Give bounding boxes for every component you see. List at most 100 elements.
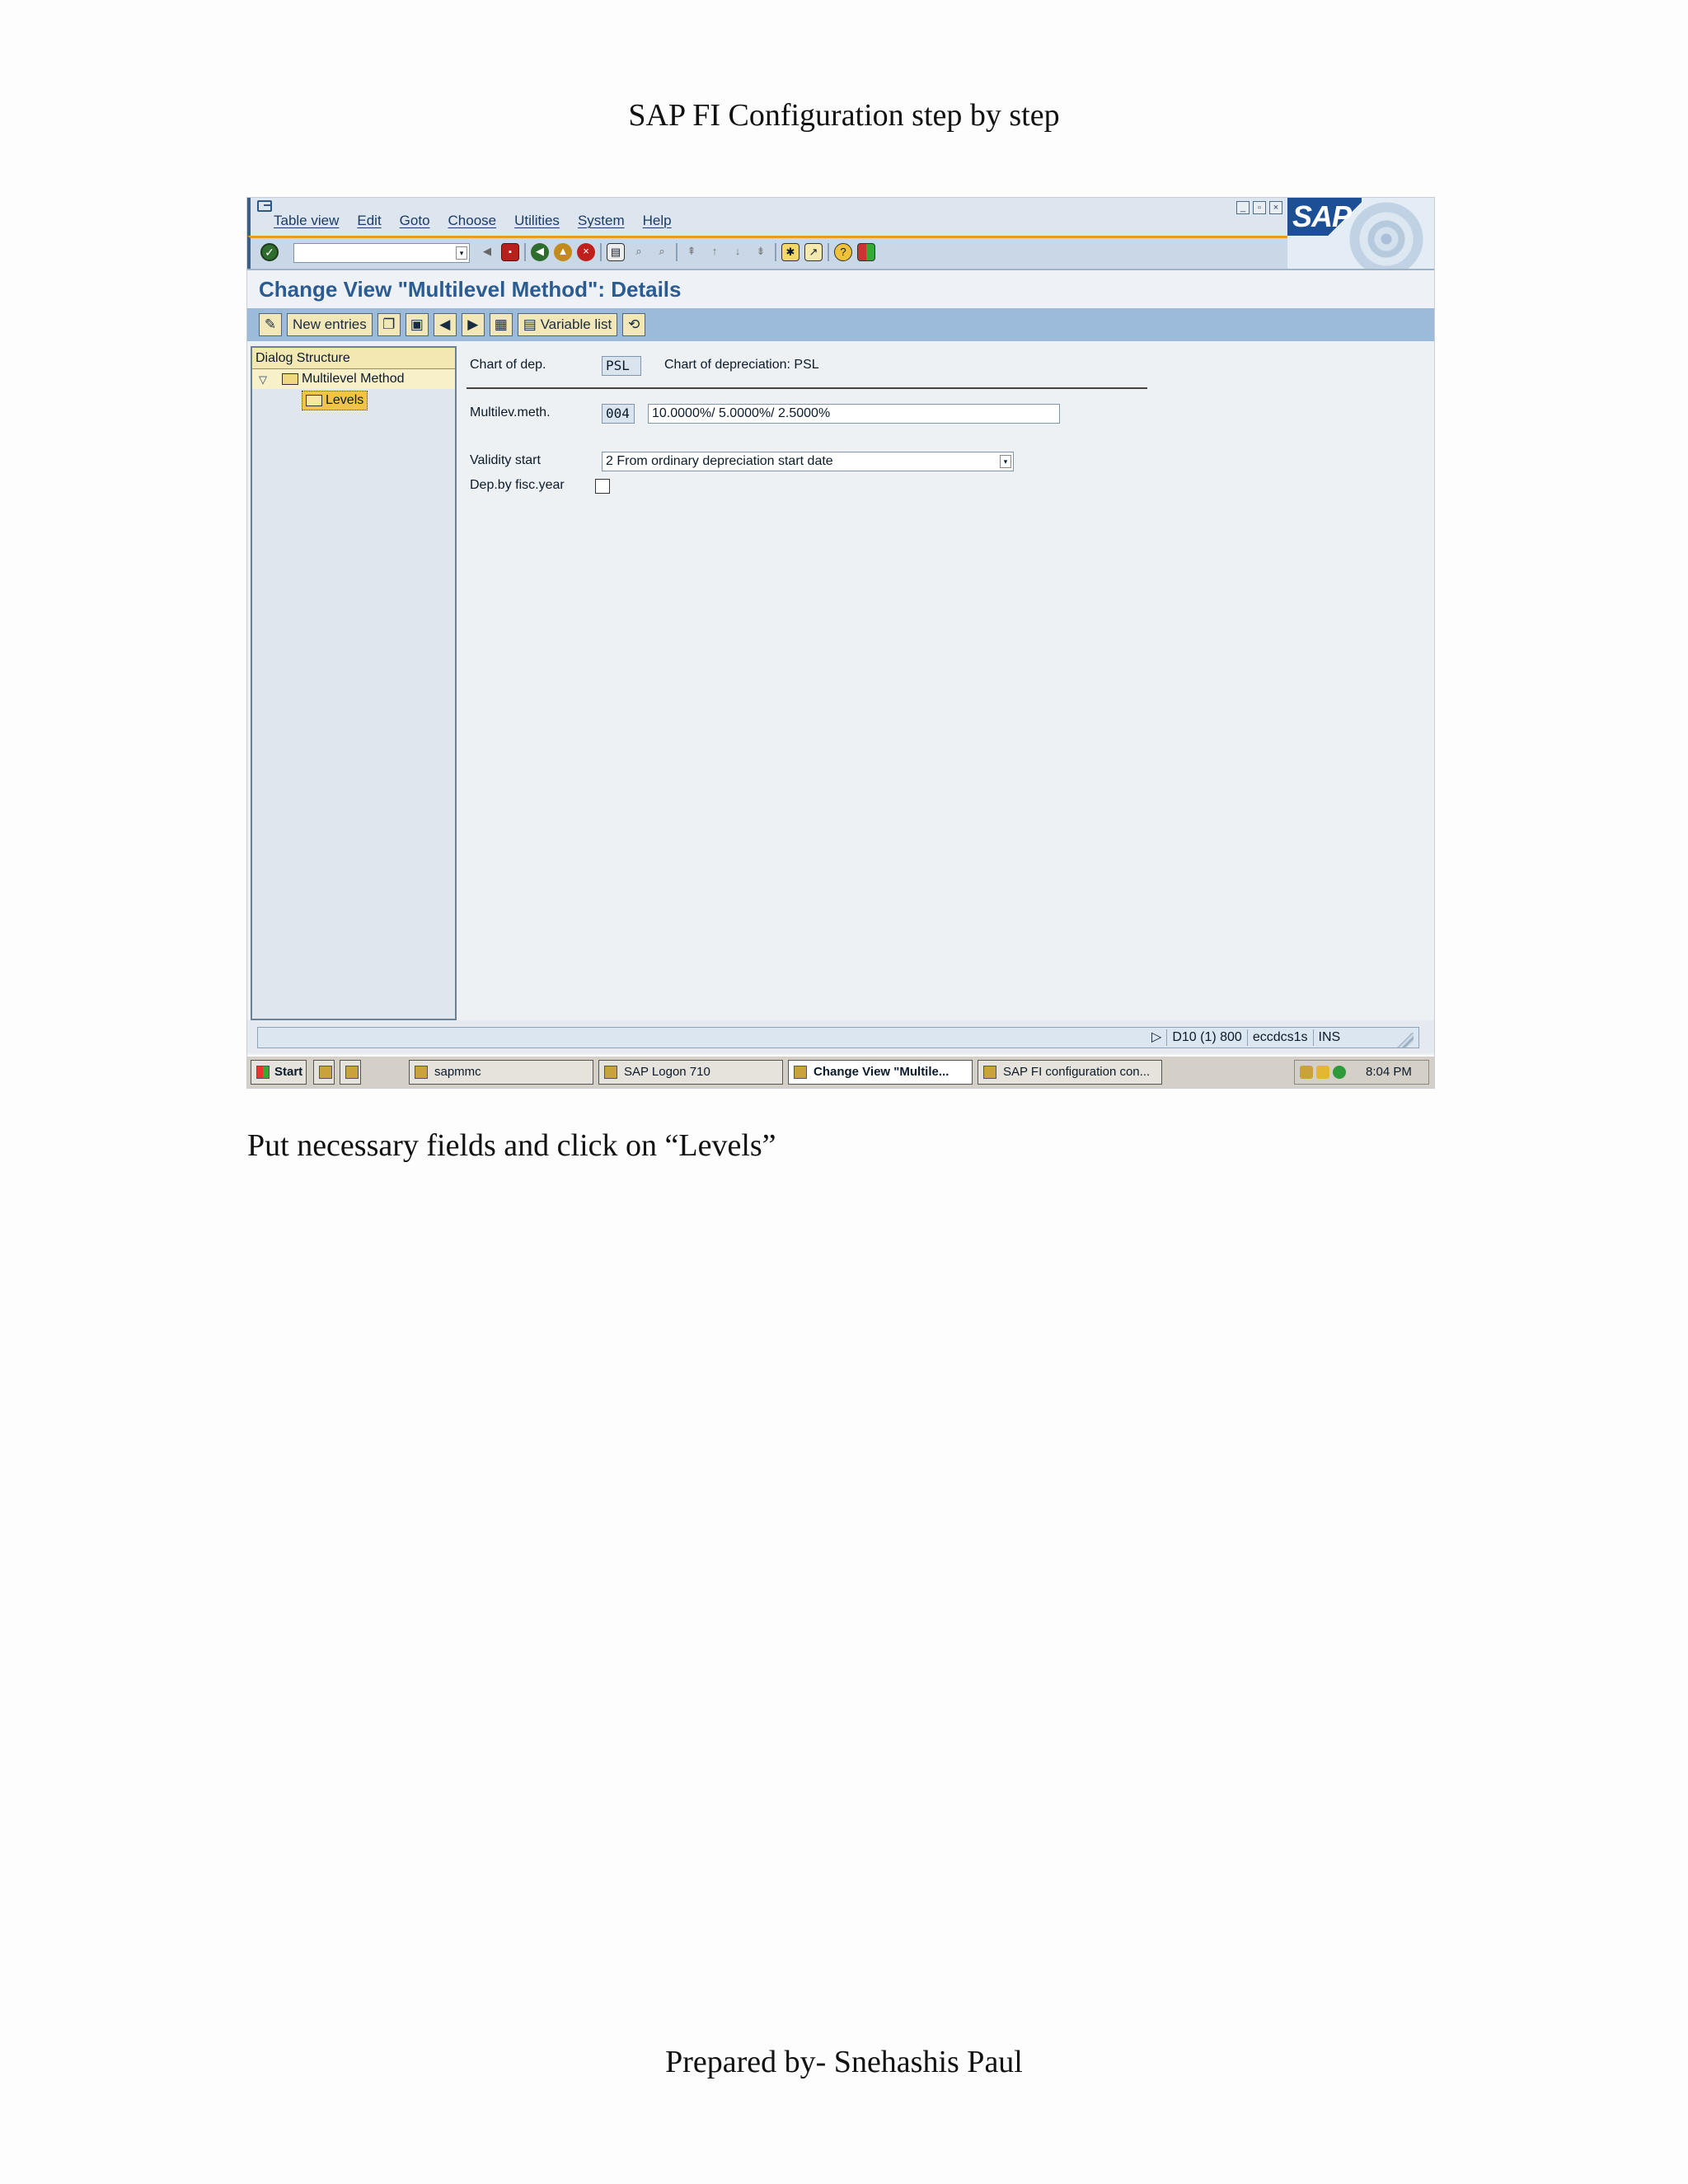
next-entry-icon[interactable]: ▶ xyxy=(461,313,485,336)
status-mode: INS xyxy=(1312,1029,1346,1046)
system-toolbar: ✓ ▾ ◀ ▪ ◀ ▲ × ▤ ⌕ ⌕ ⇞ ↑ ↓ ⇟ ✱ ↗ ? xyxy=(247,236,1287,269)
open-folder-icon xyxy=(282,373,298,385)
toolbar-separator xyxy=(676,243,678,261)
back-icon[interactable]: ◀ xyxy=(531,243,549,261)
tray-status-icon[interactable] xyxy=(1333,1066,1346,1079)
instruction-caption: Put necessary fields and click on “Level… xyxy=(247,1128,776,1163)
exit-icon[interactable]: ▲ xyxy=(554,243,572,261)
status-bar: ▷ D10 (1) 800 eccdcs1s INS xyxy=(247,1020,1434,1053)
previous-entry-icon[interactable]: ◀ xyxy=(433,313,457,336)
toolbar-separator xyxy=(524,243,526,261)
menu-utilities[interactable]: Utilities xyxy=(514,213,560,229)
resize-grip-icon[interactable] xyxy=(1395,1033,1414,1047)
menu-edit[interactable]: Edit xyxy=(357,213,381,229)
details-form: Chart of dep. PSL Chart of depreciation:… xyxy=(463,346,1428,1020)
menu-items: Table view Edit Goto Choose Utilities Sy… xyxy=(274,213,672,229)
sap-screenshot: Table view Edit Goto Choose Utilities Sy… xyxy=(247,198,1434,1088)
shortcut-icon[interactable]: ↗ xyxy=(804,243,823,261)
dep-by-fisc-year-checkbox[interactable] xyxy=(595,479,610,494)
taskbar-item-word-doc[interactable]: SAP FI configuration con... xyxy=(978,1060,1162,1085)
select-all-icon[interactable]: ▦ xyxy=(489,313,513,336)
dialog-structure-header: Dialog Structure xyxy=(252,348,455,369)
close-icon[interactable]: × xyxy=(1269,201,1282,214)
title-bar: Change View "Multilevel Method": Details xyxy=(247,269,1434,308)
tray-warning-icon[interactable] xyxy=(1316,1066,1329,1079)
command-field[interactable]: ▾ xyxy=(293,243,470,263)
start-button[interactable]: Start xyxy=(251,1060,307,1085)
application-toolbar: ✎ New entries ❐ ▣ ◀ ▶ ▦ ▤ Variable list … xyxy=(247,308,1434,341)
find-next-icon[interactable]: ⌕ xyxy=(653,243,671,261)
dep-by-fisc-year-label: Dep.by fisc.year xyxy=(470,478,565,492)
next-page-icon[interactable]: ↓ xyxy=(729,243,747,261)
delete-icon[interactable]: ▣ xyxy=(405,313,429,336)
tree-item-label: Levels xyxy=(326,393,364,407)
taskbar-item-sap-logon[interactable]: SAP Logon 710 xyxy=(598,1060,783,1085)
validity-start-label: Validity start xyxy=(470,453,541,467)
menu-system[interactable]: System xyxy=(578,213,625,229)
variable-list-label: Variable list xyxy=(540,316,612,332)
cancel-icon[interactable]: × xyxy=(577,243,595,261)
menu-help[interactable]: Help xyxy=(643,213,672,229)
display-change-icon[interactable]: ✎ xyxy=(259,313,282,336)
folder-icon xyxy=(306,395,322,406)
validity-start-value: 2 From ordinary depreciation start date xyxy=(606,454,833,468)
new-session-icon[interactable]: ✱ xyxy=(781,243,799,261)
chart-of-dep-field[interactable]: PSL xyxy=(602,356,641,376)
layout-menu-icon[interactable] xyxy=(857,243,875,261)
save-icon[interactable]: ▪ xyxy=(501,243,519,261)
enter-check-icon[interactable]: ✓ xyxy=(260,243,279,261)
tree-item-levels[interactable]: Levels xyxy=(302,391,368,410)
previous-page-icon[interactable]: ↑ xyxy=(706,243,724,261)
tray-sap-icon[interactable] xyxy=(1300,1066,1313,1079)
sap-logo-area: SAP xyxy=(1287,198,1434,269)
chart-of-dep-description: Chart of depreciation: PSL xyxy=(664,358,819,372)
toolbar-separator xyxy=(600,243,602,261)
print-icon: ▤ xyxy=(523,316,541,332)
minimize-icon[interactable]: _ xyxy=(1236,201,1250,214)
status-server: eccdcs1s xyxy=(1246,1029,1313,1046)
system-toolbar-icons: ◀ ▪ ◀ ▲ × ▤ ⌕ ⌕ ⇞ ↑ ↓ ⇟ ✱ ↗ ? xyxy=(478,243,875,261)
document-footer: Prepared by- Snehashis Paul xyxy=(665,2045,1023,2079)
last-page-icon[interactable]: ⇟ xyxy=(752,243,770,261)
status-message-area: ▷ D10 (1) 800 eccdcs1s INS xyxy=(257,1027,1419,1048)
toolbar-separator xyxy=(775,243,776,261)
menu-toggle-icon[interactable] xyxy=(257,200,272,212)
menu-choose[interactable]: Choose xyxy=(448,213,497,229)
new-entries-button[interactable]: New entries xyxy=(287,313,373,336)
document-title: SAP FI Configuration step by step xyxy=(628,98,1060,133)
system-tray: 8:04 PM xyxy=(1294,1060,1429,1085)
menu-bar: Table view Edit Goto Choose Utilities Sy… xyxy=(247,198,1434,236)
status-system: D10 (1) 800 xyxy=(1166,1029,1247,1046)
first-page-icon[interactable]: ⇞ xyxy=(682,243,701,261)
multilev-meth-label: Multilev.meth. xyxy=(470,405,551,419)
taskbar-clock: 8:04 PM xyxy=(1366,1065,1412,1079)
multilev-meth-description: 10.0000%/ 5.0000%/ 2.5000% xyxy=(648,404,1060,424)
validity-start-select[interactable]: 2 From ordinary depreciation start date … xyxy=(602,452,1014,471)
copy-as-icon[interactable]: ❐ xyxy=(377,313,401,336)
tree-item-label: Multilevel Method xyxy=(302,372,405,386)
dropdown-icon[interactable]: ▾ xyxy=(1000,455,1011,468)
separator-line xyxy=(467,387,1147,389)
other-view-icon[interactable]: ⟲ xyxy=(622,313,646,336)
page-title: Change View "Multilevel Method": Details xyxy=(259,277,682,302)
help-icon[interactable]: ? xyxy=(834,243,852,261)
quicklaunch-desktop-icon[interactable] xyxy=(313,1060,335,1085)
print-icon[interactable]: ▤ xyxy=(607,243,625,261)
menu-goto[interactable]: Goto xyxy=(400,213,430,229)
command-history-dropdown-icon[interactable]: ▾ xyxy=(456,246,467,260)
tree-item-multilevel-method[interactable]: ▽ Multilevel Method xyxy=(252,369,455,389)
sap-logo: SAP xyxy=(1287,198,1362,236)
quicklaunch-ie-icon[interactable] xyxy=(340,1060,361,1085)
find-icon[interactable]: ⌕ xyxy=(630,243,648,261)
back-arrow-icon[interactable]: ◀ xyxy=(478,243,496,261)
taskbar-item-sapmmc[interactable]: sapmmc xyxy=(409,1060,593,1085)
status-expand-icon[interactable]: ▷ xyxy=(1146,1029,1166,1046)
windows-taskbar: Start sapmmc SAP Logon 710 Change View "… xyxy=(247,1055,1434,1088)
expand-triangle-icon[interactable]: ▽ xyxy=(259,370,267,390)
restore-icon[interactable]: ▫ xyxy=(1253,201,1266,214)
taskbar-item-change-view[interactable]: Change View "Multile... xyxy=(788,1060,973,1085)
multilev-meth-field[interactable]: 004 xyxy=(602,404,635,424)
variable-list-button[interactable]: ▤ Variable list xyxy=(517,313,618,336)
window-controls: _ ▫ × xyxy=(1236,201,1282,214)
menu-table-view[interactable]: Table view xyxy=(274,213,339,229)
